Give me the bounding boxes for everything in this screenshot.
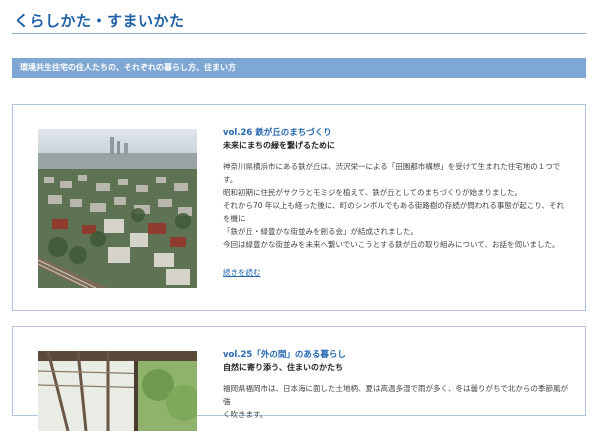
section-heading: 環境共生住宅の住人たちの、それぞれの暮らし方、住まい方	[12, 58, 586, 78]
article-title-link[interactable]: vol.26 鉄が丘のまちづくり	[223, 127, 571, 139]
article-subtitle: 未来にまちの緑を繋げるために	[223, 141, 335, 150]
article-thumbnail[interactable]	[38, 351, 197, 431]
description-line: 今回は緑豊かな街並みを未来へ繋いでいこうとする鉄が丘の取り組みについて、お話を伺…	[223, 240, 560, 249]
description-line: 「鉄が丘・緑豊かな街並みを創る会」が結成されました。	[223, 227, 418, 236]
description-line: 福岡県福岡市は、日本海に面した土地柄、夏は高温多湿で雨が多く、冬は曇りがちで北か…	[223, 384, 568, 406]
article-thumbnail[interactable]	[38, 129, 197, 288]
article-card: vol.25「外の間」のある暮らし 自然に寄り添う、住まいのかたち 福岡県福岡市…	[12, 326, 586, 431]
description-line: 神奈川県横浜市にある鉄が丘は、渋沢栄一による「田園都市構想」を受けて生まれた住宅…	[223, 162, 561, 184]
article-description: 福岡県福岡市は、日本海に面した土地柄、夏は高温多湿で雨が多く、冬は曇りがちで北か…	[223, 382, 571, 421]
description-line: く吹きます。	[223, 410, 268, 419]
page-title: くらしかた・すまいかた	[14, 12, 185, 30]
read-more-link[interactable]: 続きを読む	[223, 267, 261, 278]
article-description: 神奈川県横浜市にある鉄が丘は、渋沢栄一による「田園都市構想」を受けて生まれた住宅…	[223, 160, 571, 251]
article-subtitle: 自然に寄り添う、住まいのかたち	[223, 363, 343, 372]
description-line: それから70 年以上も経った後に、町のシンボルでもある街路樹の存続が問われる事態…	[223, 201, 565, 223]
description-line: 昭和初期に住民がサクラとモミジを植えて、鉄が丘としてのまちづくりが始まりました。	[223, 188, 523, 197]
title-divider	[12, 33, 586, 34]
article-card: vol.26 鉄が丘のまちづくり 未来にまちの緑を繋げるために 神奈川県横浜市に…	[12, 104, 586, 311]
article-title-link[interactable]: vol.25「外の間」のある暮らし	[223, 349, 571, 361]
